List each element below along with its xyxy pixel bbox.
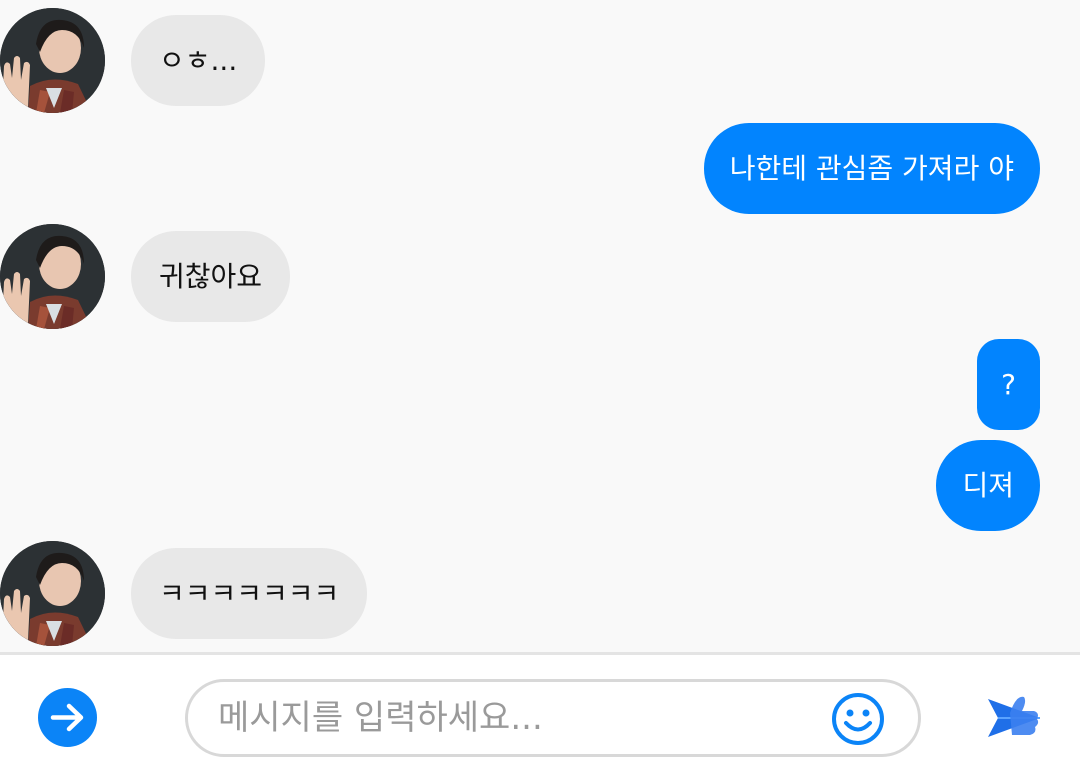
outgoing-message[interactable]: 나한테 관심좀 가져라 야 [703,123,1040,214]
arrow-right-icon[interactable] [38,688,97,747]
avatar[interactable] [0,8,105,113]
outgoing-message[interactable]: ? [977,339,1040,430]
message-list[interactable]: ㅇㅎ... 나한테 관심좀 가져라 야 귀찮아요 ? 디져 ㅋㅋㅋㅋㅋㅋㅋ [0,0,1080,652]
avatar[interactable] [0,224,105,329]
smiley-icon[interactable] [831,692,885,746]
incoming-message[interactable]: 귀찮아요 [131,231,291,322]
avatar-image [0,541,105,646]
outgoing-message[interactable]: 디져 [936,440,1040,531]
message-input[interactable]: 메시지를 입력하세요... [185,679,921,757]
send-icon[interactable] [986,689,1042,745]
avatar[interactable] [0,541,105,646]
message-composer: 메시지를 입력하세요... [0,655,1080,775]
message-input-placeholder: 메시지를 입력하세요... [218,698,543,738]
incoming-message[interactable]: ㅇㅎ... [131,15,266,106]
avatar-image [0,8,105,113]
incoming-message[interactable]: ㅋㅋㅋㅋㅋㅋㅋ [131,548,368,639]
avatar-image [0,224,105,329]
